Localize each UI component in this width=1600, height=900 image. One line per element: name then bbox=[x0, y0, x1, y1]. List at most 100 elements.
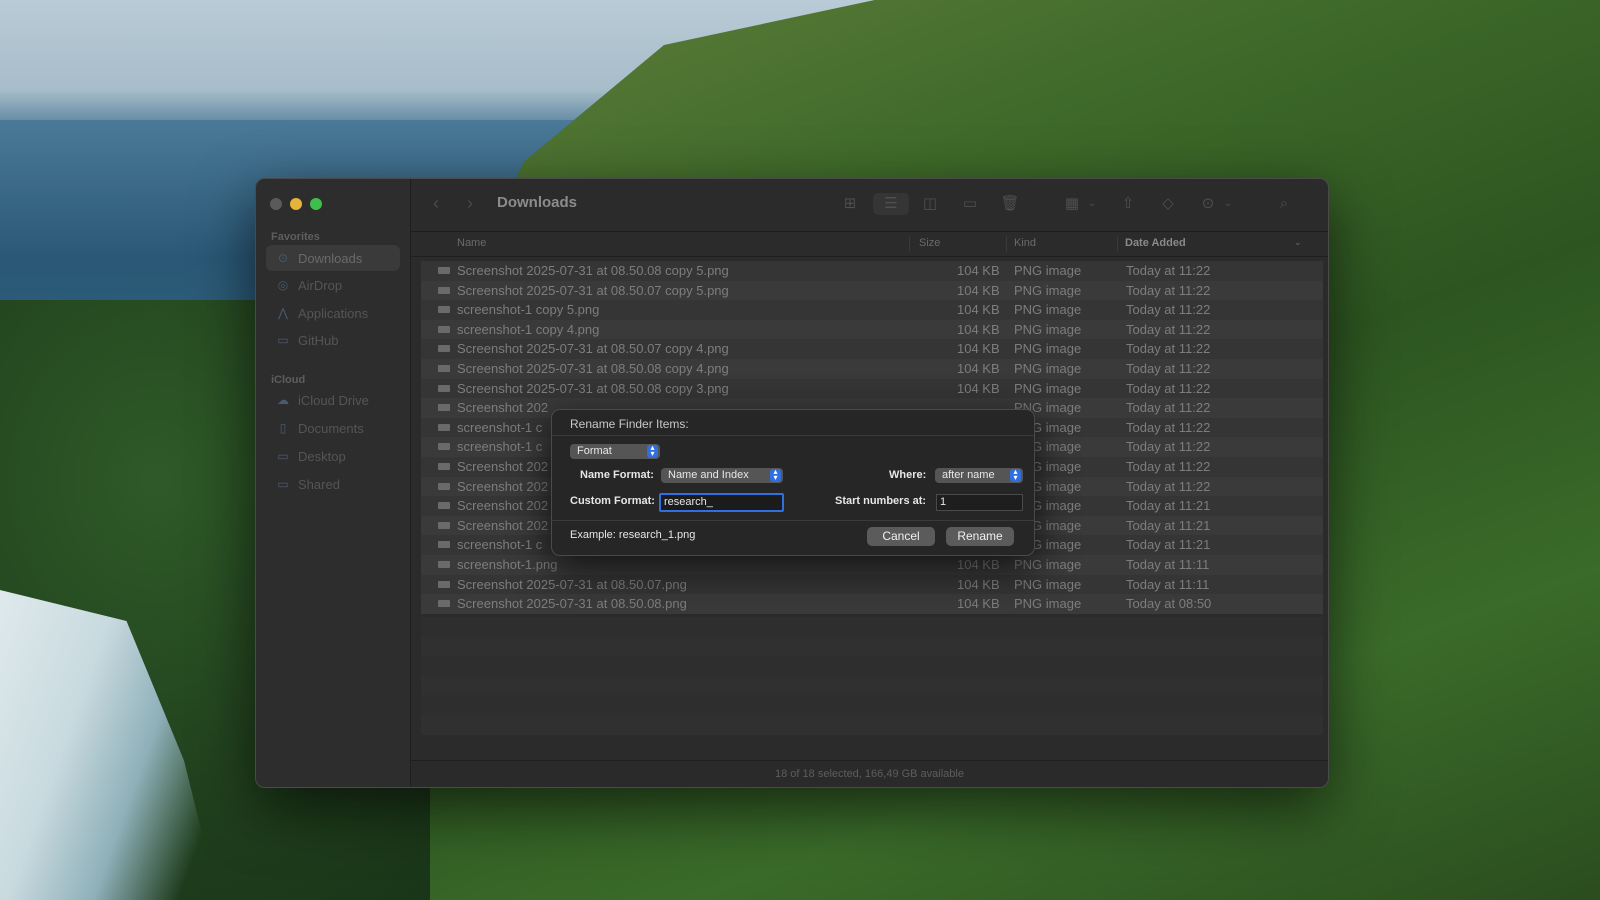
sidebar-item-label: Applications bbox=[298, 305, 369, 321]
table-row[interactable]: screenshot-1.png 104 KB PNG image Today at … bbox=[421, 554, 1323, 575]
image-file-icon bbox=[438, 580, 450, 588]
tag-icon[interactable]: ◇ bbox=[1157, 193, 1179, 215]
column-divider bbox=[909, 236, 910, 252]
empty-row bbox=[421, 617, 1323, 637]
rename-example: Example: research_1.png bbox=[570, 529, 696, 541]
rename-mode-value: Format bbox=[577, 445, 612, 457]
sidebar-item-documents[interactable]: ▯ Documents bbox=[266, 415, 400, 441]
where-label: Where: bbox=[889, 469, 927, 481]
toolbar: ‹ › Downloads ⊞ ☰ ◫ ▭ 🗑 ▦ ⌄ ⇧ ◇ ⊙ ⌄ ⌕ bbox=[411, 179, 1328, 232]
chevron-right-icon[interactable]: › bbox=[467, 193, 473, 214]
sidebar-item-icloud-drive[interactable]: ☁ iCloud Drive bbox=[266, 387, 400, 413]
dialog-title: Rename Finder Items: bbox=[570, 417, 689, 431]
rename-dialog: Rename Finder Items: Format ▴ ▾ Name Form… bbox=[551, 409, 1035, 556]
name-format-select[interactable]: Name and Index ▴ ▾ bbox=[661, 468, 783, 483]
image-file-icon bbox=[438, 384, 450, 392]
sidebar-item-label: Desktop bbox=[298, 448, 346, 464]
start-numbers-input[interactable]: 1 bbox=[936, 494, 1023, 511]
chevron-down-icon[interactable]: ⌄ bbox=[1217, 193, 1239, 215]
airdrop-icon: ◎ bbox=[277, 278, 289, 292]
zoom-window-button[interactable] bbox=[310, 198, 322, 210]
window-title: Downloads bbox=[497, 194, 578, 211]
sidebar-section-icloud: iCloud bbox=[271, 374, 306, 386]
image-file-icon bbox=[438, 541, 450, 549]
cancel-button[interactable]: Cancel bbox=[867, 527, 935, 546]
empty-row bbox=[421, 675, 1323, 696]
rename-button[interactable]: Rename bbox=[946, 527, 1014, 546]
table-row[interactable]: screenshot-1 copy 5.png 104 KB PNG image To… bbox=[421, 300, 1323, 320]
gallery-view-icon[interactable]: ▭ bbox=[959, 193, 981, 215]
chevron-down-icon[interactable]: ⌄ bbox=[1081, 193, 1103, 215]
sidebar-item-label: iCloud Drive bbox=[298, 392, 369, 408]
table-row[interactable]: screenshot-1 copy 4.png 104 KB PNG image To… bbox=[421, 319, 1323, 340]
table-row[interactable]: Screenshot 2025-07-31 at 08.50.08 copy 4… bbox=[421, 358, 1323, 379]
empty-row bbox=[421, 656, 1323, 676]
up-down-arrows-icon: ▴ ▾ bbox=[1010, 468, 1021, 482]
chevron-left-icon[interactable]: ‹ bbox=[433, 193, 439, 214]
sidebar-item-label: Shared bbox=[298, 476, 340, 492]
empty-row bbox=[421, 714, 1323, 735]
table-row[interactable]: Screenshot 2025-07-31 at 08.50.08.png 104… bbox=[421, 594, 1323, 614]
icon-view-icon[interactable]: ⊞ bbox=[839, 193, 861, 215]
search-icon[interactable]: ⌕ bbox=[1273, 193, 1295, 215]
where-value: after name bbox=[942, 469, 995, 481]
column-header-size[interactable]: Size bbox=[919, 237, 940, 249]
shared-folder-icon: ▭ bbox=[277, 477, 289, 491]
rename-mode-select[interactable]: Format ▴ ▾ bbox=[570, 444, 660, 459]
desktop-icon: ▭ bbox=[277, 449, 289, 463]
list-view-icon[interactable]: ☰ bbox=[873, 193, 909, 215]
sidebar-item-airdrop[interactable]: ◎ AirDrop bbox=[266, 272, 400, 298]
start-numbers-label: Start numbers at: bbox=[835, 495, 927, 507]
group-icon[interactable]: ▦ bbox=[1061, 193, 1083, 215]
download-icon: ⊙ bbox=[277, 251, 289, 265]
column-divider bbox=[1117, 236, 1118, 252]
column-view-icon[interactable]: ◫ bbox=[919, 193, 941, 215]
divider bbox=[552, 520, 1034, 521]
image-file-icon bbox=[438, 560, 450, 568]
column-headers: Name Size Kind Date Added ⌄ bbox=[411, 232, 1328, 257]
image-file-icon bbox=[438, 443, 450, 451]
sidebar-item-shared[interactable]: ▭ Shared bbox=[266, 471, 400, 497]
status-bar: 18 of 18 selected, 166,49 GB available bbox=[411, 760, 1328, 787]
empty-row bbox=[421, 695, 1323, 715]
column-header-kind[interactable]: Kind bbox=[1014, 237, 1036, 249]
sidebar: Favorites ⊙ Downloads ◎ AirDrop ⋀ Applic… bbox=[256, 179, 411, 787]
where-select[interactable]: after name ▴ ▾ bbox=[935, 468, 1023, 483]
traffic-lights bbox=[270, 198, 322, 210]
chevron-down-icon[interactable]: ⌄ bbox=[1294, 237, 1302, 248]
table-row[interactable]: Screenshot 2025-07-31 at 08.50.07.png 104… bbox=[421, 574, 1323, 595]
image-file-icon bbox=[438, 502, 450, 510]
image-file-icon bbox=[438, 345, 450, 353]
sidebar-item-desktop[interactable]: ▭ Desktop bbox=[266, 443, 400, 469]
name-format-label: Name Format: bbox=[580, 469, 654, 481]
document-icon: ▯ bbox=[279, 421, 287, 435]
empty-list-area[interactable] bbox=[421, 617, 1323, 735]
sidebar-item-downloads[interactable]: ⊙ Downloads bbox=[266, 245, 400, 271]
column-header-date-added[interactable]: Date Added bbox=[1125, 237, 1186, 249]
sidebar-item-label: AirDrop bbox=[298, 277, 343, 293]
close-window-button[interactable] bbox=[270, 198, 282, 210]
image-file-icon bbox=[438, 423, 450, 431]
divider bbox=[552, 435, 1034, 436]
name-format-value: Name and Index bbox=[668, 469, 749, 481]
image-file-icon bbox=[438, 364, 450, 372]
custom-format-label: Custom Format: bbox=[570, 495, 655, 507]
sidebar-item-github[interactable]: ▭ GitHub bbox=[266, 327, 400, 353]
empty-row bbox=[421, 636, 1323, 657]
column-header-name[interactable]: Name bbox=[457, 237, 486, 249]
minimize-window-button[interactable] bbox=[290, 198, 302, 210]
custom-format-input[interactable]: research_ bbox=[659, 493, 784, 512]
up-down-arrows-icon: ▴ ▾ bbox=[770, 468, 781, 482]
table-row[interactable]: Screenshot 2025-07-31 at 08.50.08 copy 5… bbox=[421, 261, 1323, 281]
table-row[interactable]: Screenshot 2025-07-31 at 08.50.08 copy 3… bbox=[421, 378, 1323, 399]
cloud-icon: ☁ bbox=[277, 393, 289, 407]
table-row[interactable]: Screenshot 2025-07-31 at 08.50.07 copy 4… bbox=[421, 339, 1323, 359]
share-icon[interactable]: ⇧ bbox=[1117, 193, 1139, 215]
table-row[interactable]: Screenshot 2025-07-31 at 08.50.07 copy 5… bbox=[421, 280, 1323, 301]
sidebar-item-applications[interactable]: ⋀ Applications bbox=[266, 300, 400, 326]
image-file-icon bbox=[438, 482, 450, 490]
more-actions-icon[interactable]: ⊙ bbox=[1197, 193, 1219, 215]
column-divider bbox=[1006, 236, 1007, 252]
image-file-icon bbox=[438, 404, 450, 412]
trash-icon[interactable]: 🗑 bbox=[999, 193, 1021, 215]
